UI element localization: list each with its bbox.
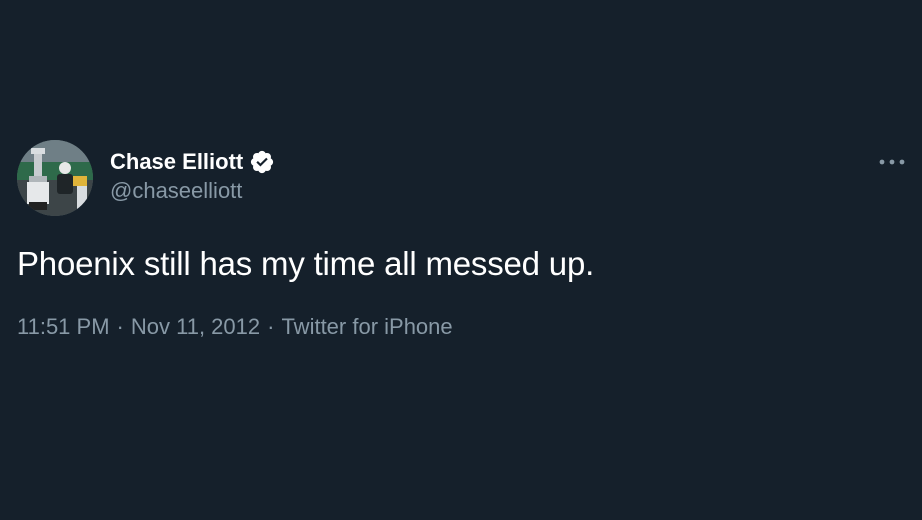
author-name-row[interactable]: Chase Elliott — [110, 147, 275, 177]
verified-badge-icon — [249, 149, 275, 175]
tweet-metadata: 11:51 PM · Nov 11, 2012 · Twitter for iP… — [17, 314, 453, 340]
avatar[interactable] — [17, 140, 93, 216]
separator: · — [116, 314, 124, 339]
more-options-icon — [879, 159, 905, 165]
display-name[interactable]: Chase Elliott — [110, 149, 243, 175]
tweet-source[interactable]: Twitter for iPhone — [281, 314, 452, 340]
separator: · — [267, 314, 275, 339]
tweet-text: Phoenix still has my time all messed up. — [17, 245, 595, 282]
avatar-image — [17, 140, 93, 216]
tweet-card: Chase Elliott @chaseelliott Phoenix stil… — [0, 0, 922, 520]
tweet-time[interactable]: 11:51 PM — [17, 314, 110, 340]
more-options-button[interactable] — [872, 148, 912, 176]
author-handle[interactable]: @chaseelliott — [110, 178, 242, 204]
tweet-date[interactable]: Nov 11, 2012 — [131, 314, 260, 340]
